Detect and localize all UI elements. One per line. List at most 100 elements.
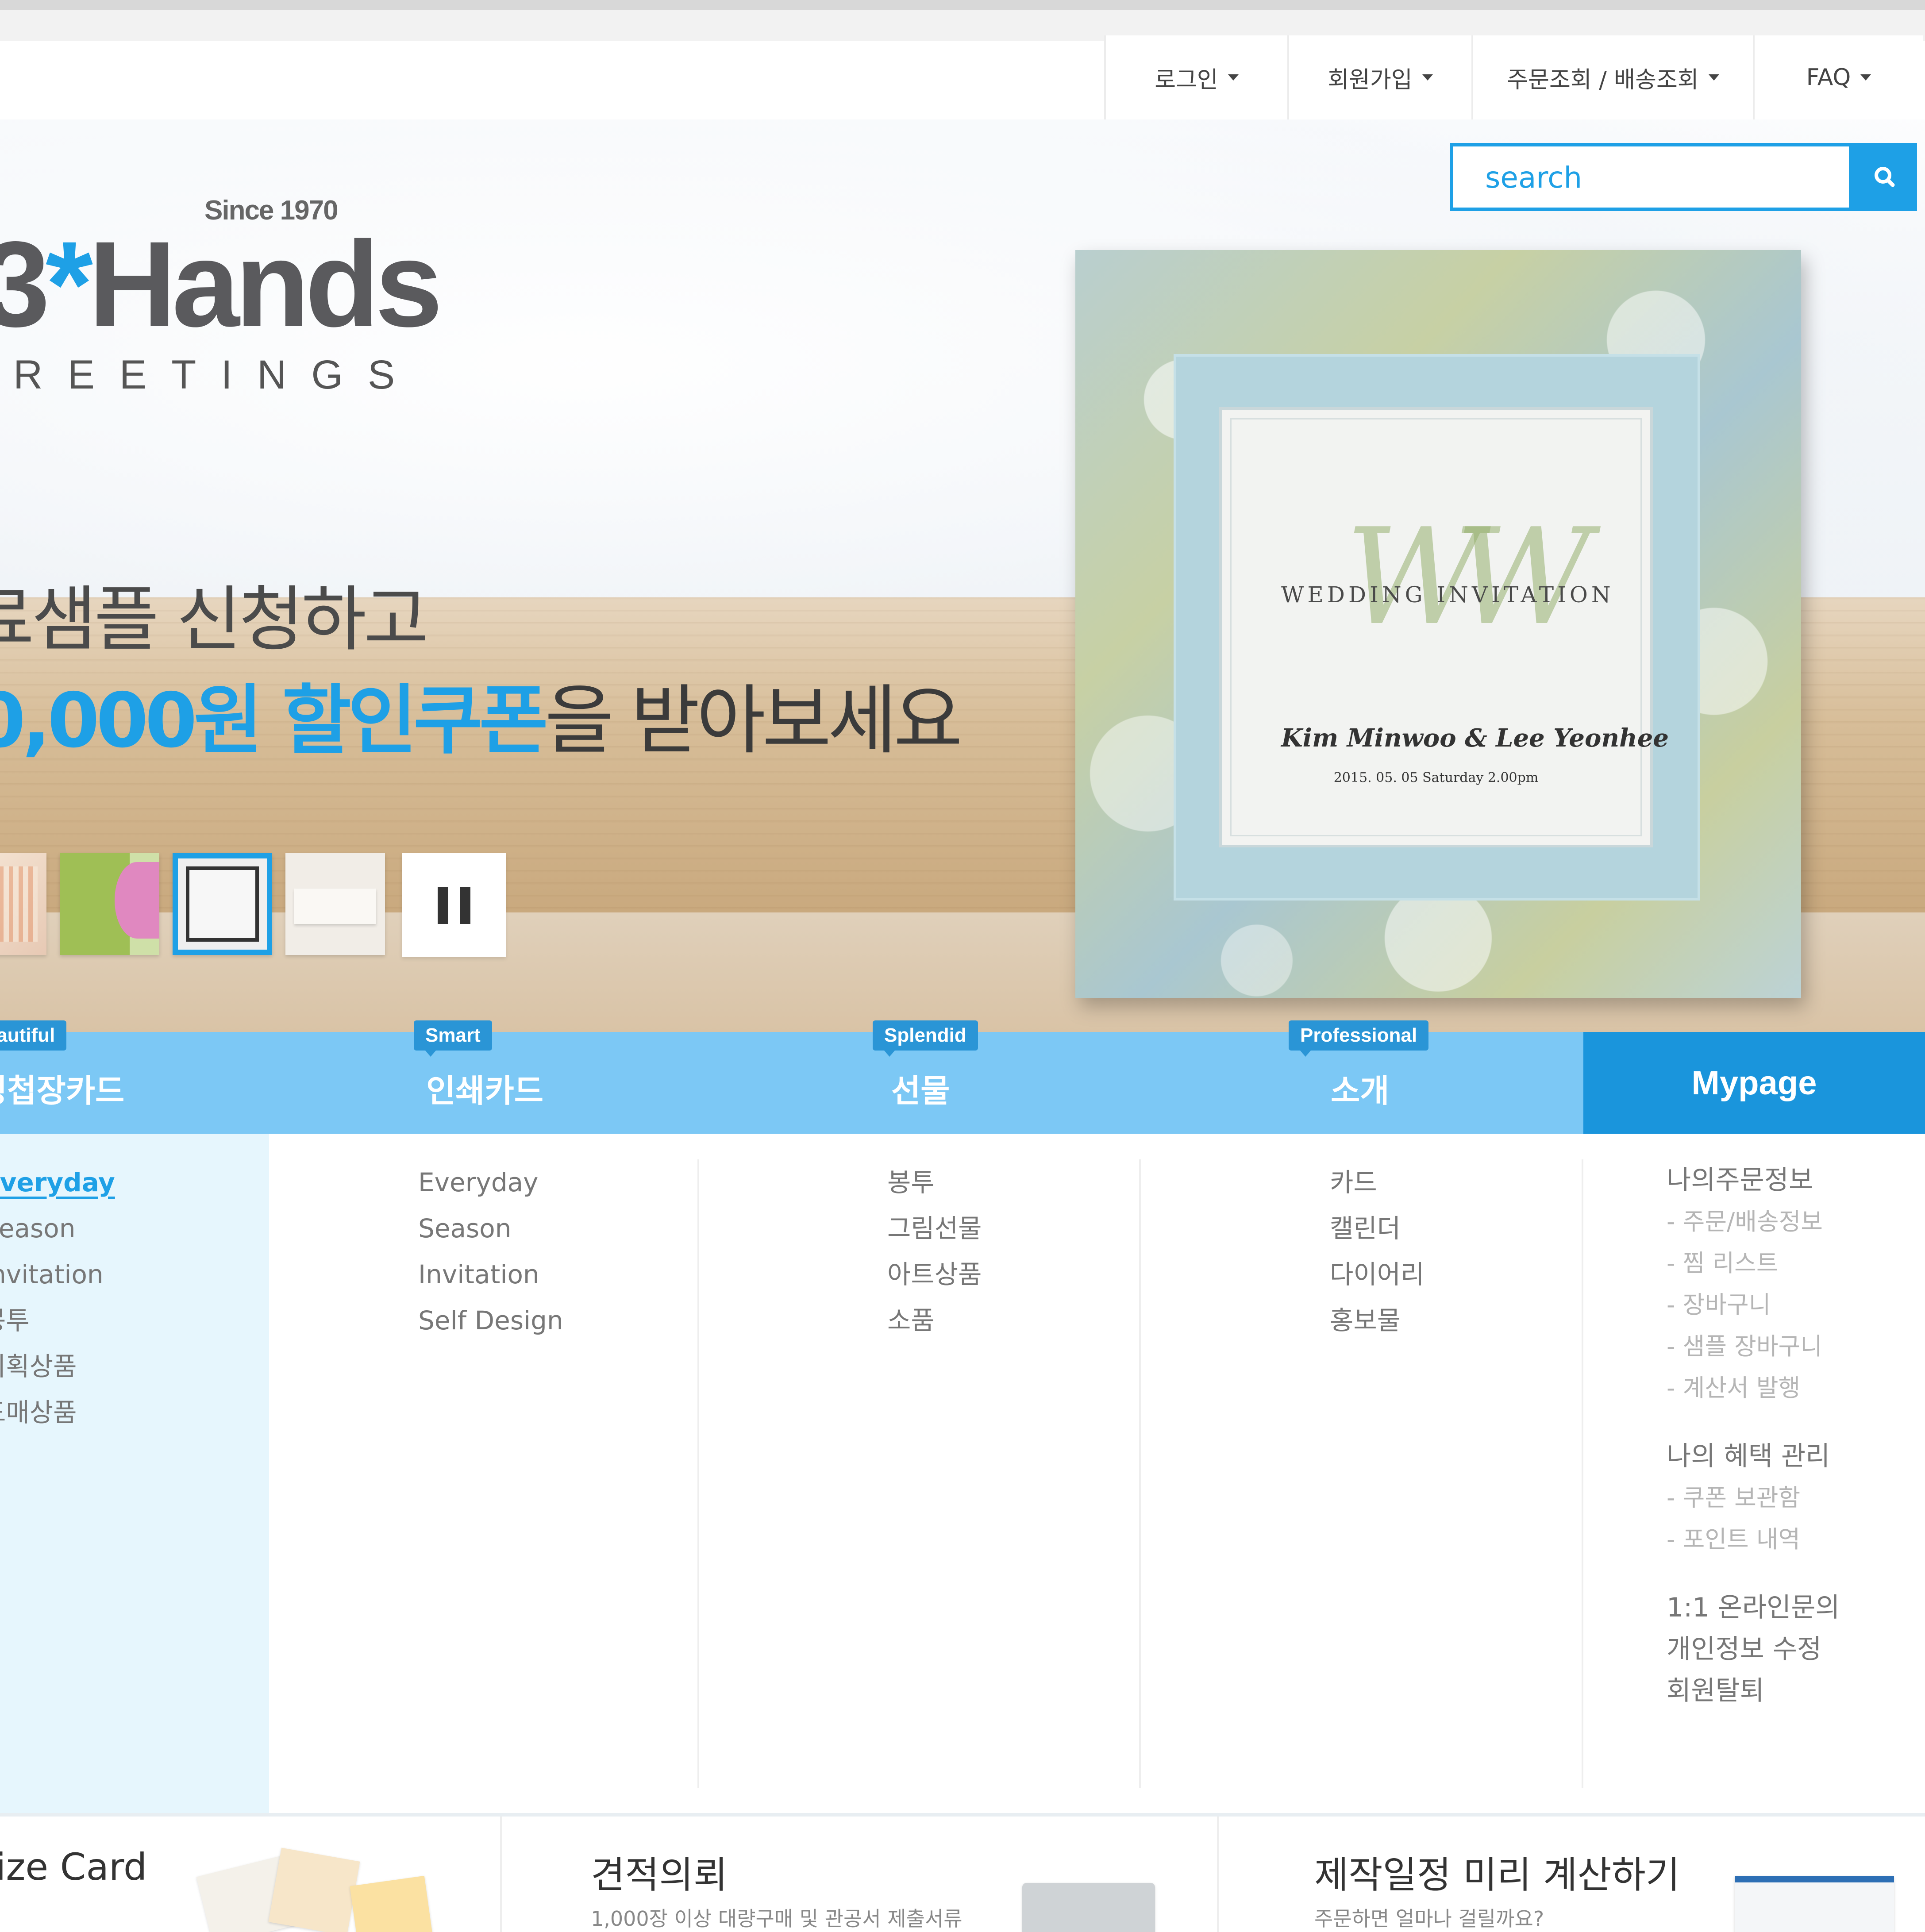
promo-title[interactable]: 견적의뢰 [591,1845,728,1899]
search-button[interactable] [1852,143,1917,211]
menu-item[interactable]: Everyday [0,1159,115,1205]
menu-column-wedding: Everyday Season Invitation 봉투 기획상품 도매상품 [0,1159,115,1436]
slide-thumb-1[interactable] [0,853,46,955]
chevron-down-icon [1422,74,1433,81]
pause-icon [459,886,470,924]
my-withdraw[interactable]: 회원탈퇴 [1667,1670,1840,1712]
my-qna[interactable]: 1:1 온라인문의 [1667,1587,1840,1628]
my-sub-item[interactable]: - 포인트 내역 [1667,1519,1840,1560]
pause-button[interactable] [402,853,506,957]
faq-label: FAQ [1806,64,1851,91]
hero-discount-amount: 0,000원 [0,677,263,765]
login-label: 로그인 [1155,66,1218,93]
my-sub-item[interactable]: - 쿠폰 보관함 [1667,1477,1840,1519]
promo-title[interactable]: 제작일정 미리 계산하기 [1314,1845,1680,1899]
slide-thumb-4[interactable] [285,853,385,955]
my-sub-item[interactable]: - 찜 리스트 [1667,1243,1840,1284]
category-badge: Splendid [873,1020,978,1057]
monogram-icon: WW [1345,500,1592,654]
menu-item[interactable]: Season [0,1205,115,1251]
hero-coupon: 할인쿠폰 [282,677,548,765]
menu-item[interactable]: 그림선물 [887,1205,982,1251]
menu-column-gift: 봉투 그림선물 아트상품 소품 [887,1159,982,1343]
search-input[interactable] [1484,146,1840,208]
menu-column-mypage: 나의주문정보 - 주문/배송정보 - 찜 리스트 - 장바구니 - 샘플 장바구… [1667,1159,1840,1712]
category-badge: Beautiful [0,1020,67,1051]
calendar-icon [1735,1876,1894,1932]
slide-thumbnails [0,853,506,957]
promo-image [350,1875,434,1932]
divider [1217,1817,1219,1932]
menu-item[interactable]: 도매상품 [0,1389,115,1436]
divider [500,1817,502,1932]
logo-prefix: 3 [0,216,50,352]
menu-item[interactable]: 봉투 [887,1159,982,1205]
menu-column-about: 카드 캘린더 다이어리 홍보물 [1330,1159,1424,1343]
calculator-icon [1022,1883,1155,1932]
my-order-info[interactable]: 나의주문정보 [1667,1159,1840,1201]
menu-item[interactable]: Invitation [0,1251,115,1297]
category-label: 청첩장카드 [0,1072,125,1109]
faq-menu[interactable]: FAQ [1753,35,1923,119]
menu-item[interactable]: 카드 [1330,1159,1424,1205]
thumb-image [294,889,376,924]
menu-item[interactable]: Self Design [418,1297,563,1343]
slide-thumb-2[interactable] [60,853,159,955]
menu-item[interactable]: Season [418,1205,563,1251]
logo-star: * [45,216,93,352]
menu-item[interactable]: Invitation [418,1251,563,1297]
invitation-title: WEDDING INVITATION [1281,582,1614,608]
order-delivery-menu[interactable]: 주문조회 / 배송조회 [1471,35,1753,119]
my-sub-item[interactable]: - 샘플 장바구니 [1667,1326,1840,1367]
menu-item[interactable]: 기획상품 [0,1343,115,1389]
promo-desc: 주문하면 얼마나 걸릴까요? [1314,1907,1544,1931]
chevron-down-icon [1708,74,1719,81]
pause-icon [437,886,448,924]
my-sub-item[interactable]: - 계산서 발행 [1667,1367,1840,1409]
category-label: 선물 [891,1072,950,1109]
mypage-button[interactable]: Mypage [1583,1032,1925,1134]
my-sub-item[interactable]: - 장바구니 [1667,1284,1840,1326]
chevron-down-icon [1860,74,1871,81]
chevron-down-icon [1228,74,1239,81]
thumb-image [114,862,159,939]
thumb-image [0,866,38,942]
logo[interactable]: 3*Hands [0,223,443,345]
divider [1139,1159,1141,1788]
page: 로그인 회원가입 주문조회 / 배송조회 FAQ Since 1970 3 [0,0,1925,1932]
menu-item[interactable]: 캘린더 [1330,1205,1424,1251]
menu-item[interactable]: 아트상품 [887,1251,982,1297]
category-label: 인쇄카드 [426,1072,543,1109]
join-menu[interactable]: 회원가입 [1287,35,1471,119]
menu-item[interactable]: 다이어리 [1330,1251,1424,1297]
divider [1582,1159,1583,1788]
search-box [1450,143,1852,211]
menu-column-print: Everyday Season Invitation Self Design [418,1159,563,1343]
hero-headline-1: 료샘플 신청하고 [0,578,429,661]
promo-image [268,1847,360,1932]
menu-item[interactable]: 홍보물 [1330,1297,1424,1343]
my-sub-item[interactable]: - 주문/배송정보 [1667,1201,1840,1243]
slide-thumb-3[interactable] [173,853,272,955]
hero-headline-2: 0,000원 할인쿠폰을 받아보세요 [0,659,962,768]
login-menu[interactable]: 로그인 [1104,35,1287,119]
menu-item[interactable]: Everyday [418,1159,563,1205]
category-label: 소개 [1331,1072,1390,1109]
invitation-names: Kim Minwoo & Lee Yeonhee [1281,724,1669,753]
menu-item[interactable]: 봉투 [0,1297,115,1343]
my-edit-profile[interactable]: 개인정보 수정 [1667,1628,1840,1670]
order-label: 주문조회 / 배송조회 [1507,66,1699,93]
utility-nav: 로그인 회원가입 주문조회 / 배송조회 FAQ [1104,35,1923,119]
search-icon [1875,167,1895,187]
thumb-image [186,866,259,942]
my-benefits[interactable]: 나의 혜택 관리 [1667,1436,1840,1477]
category-badge: Smart [414,1020,492,1057]
invitation-date: 2015. 05. 05 Saturday 2.00pm [1333,770,1539,785]
promo-title[interactable]: ize Card [0,1845,147,1889]
menu-item[interactable]: 소품 [887,1297,982,1343]
promo-desc: 1,000장 이상 대량구매 및 관공서 제출서류 [591,1907,962,1931]
join-label: 회원가입 [1328,66,1413,93]
top-strip [0,0,1925,10]
logo-hands: Hands [88,216,443,352]
